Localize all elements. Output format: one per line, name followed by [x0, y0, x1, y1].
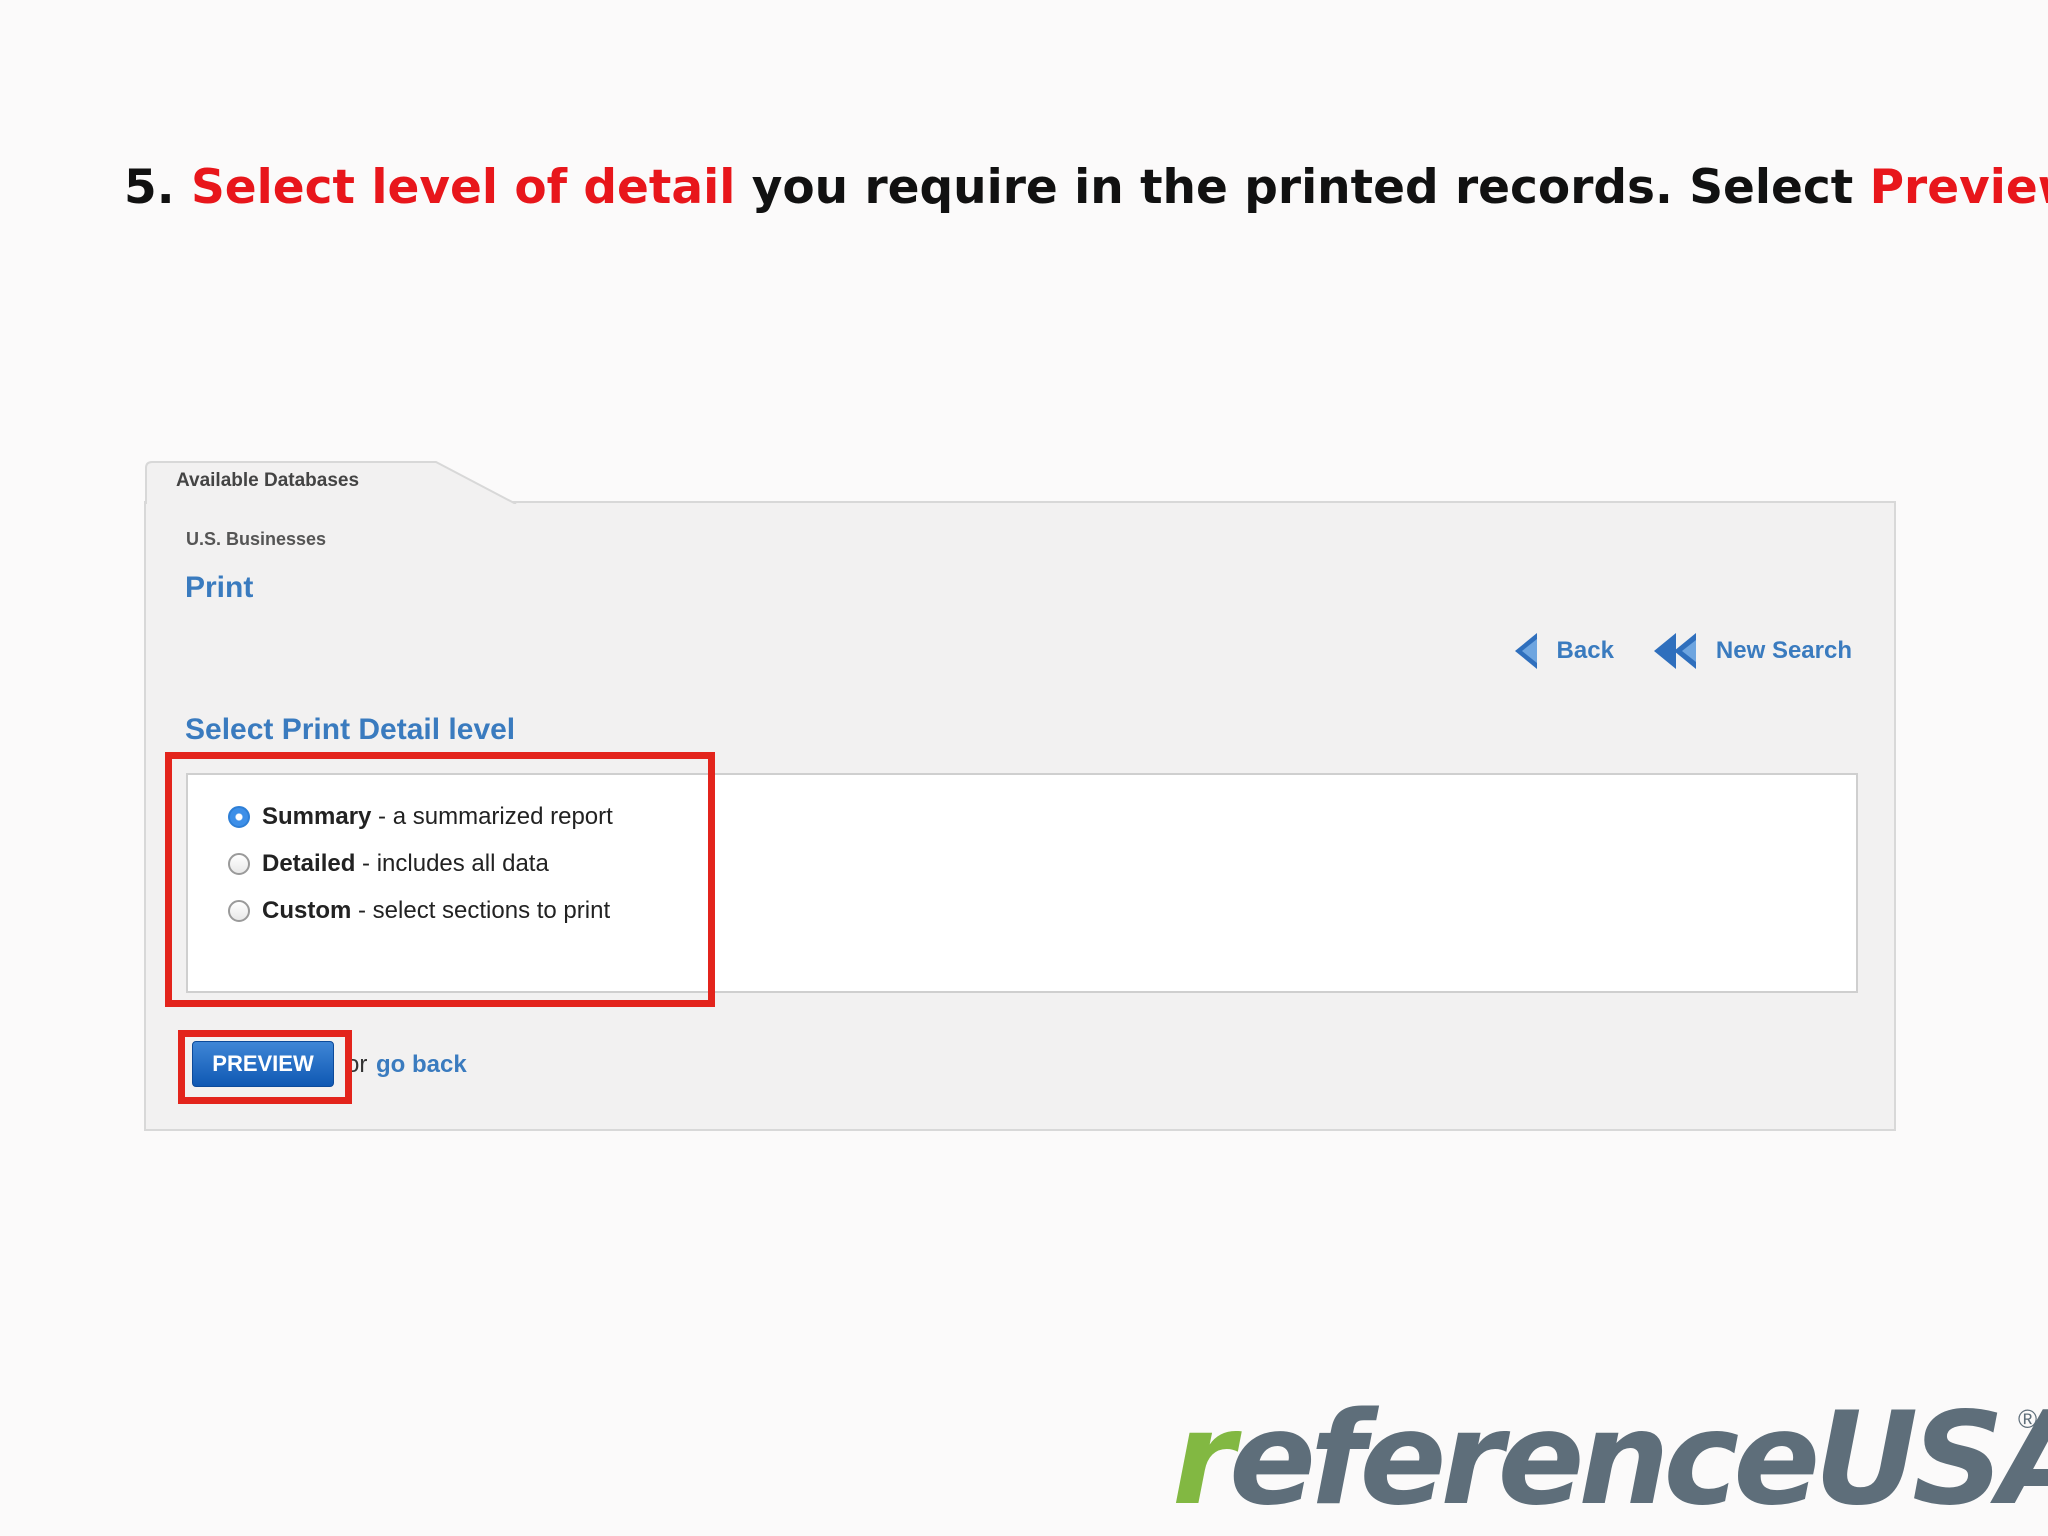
section-title: Select Print Detail level: [185, 713, 516, 746]
option-custom[interactable]: Custom - select sections to print: [228, 897, 610, 925]
database-name: U.S. Businesses: [186, 529, 327, 549]
summary-radio[interactable]: [228, 806, 250, 828]
option-custom-description: - select sections to print: [351, 897, 611, 924]
title-highlight-preview: Preview: [1869, 160, 2048, 215]
back-link[interactable]: Back: [1513, 631, 1614, 671]
logo-rest: eferenceUSA: [1229, 1385, 2048, 1534]
new-search-link[interactable]: New Search: [1652, 631, 1852, 671]
registered-mark: ®: [2018, 1404, 2038, 1434]
option-summary[interactable]: Summary - a summarized report: [228, 803, 613, 831]
option-detailed-text: Detailed - includes all data: [262, 850, 549, 878]
or-text: or: [346, 1051, 368, 1078]
logo-first-letter: r: [1172, 1385, 1235, 1534]
back-arrow-icon: [1514, 633, 1537, 669]
option-summary-name: Summary: [262, 803, 372, 830]
referenceusa-logo: referenceUSA: [1172, 1396, 2048, 1524]
new-search-label: New Search: [1715, 637, 1852, 664]
detailed-radio[interactable]: [228, 853, 250, 875]
available-databases-tab[interactable]: Available Databases: [144, 460, 518, 504]
option-detailed-description: - includes all data: [355, 850, 549, 877]
detail-level-options: Summary - a summarized report Detailed -…: [186, 773, 1858, 993]
title-middle-text: you require in the printed records. Sele…: [735, 160, 1870, 215]
step-number: 5.: [124, 160, 175, 215]
custom-radio[interactable]: [228, 900, 250, 922]
preview-button[interactable]: PREVIEW: [192, 1041, 334, 1087]
option-summary-description: - a summarized report: [371, 803, 613, 830]
tab-label: Available Databases: [176, 470, 360, 491]
print-panel: U.S. Businesses Print Back New Search Se…: [144, 501, 1896, 1131]
option-custom-text: Custom - select sections to print: [262, 897, 610, 925]
go-back-link[interactable]: go back: [376, 1051, 467, 1079]
nav-links: Back New Search: [1489, 631, 1852, 671]
option-detailed[interactable]: Detailed - includes all data: [228, 850, 549, 878]
back-label: Back: [1556, 637, 1614, 664]
option-detailed-name: Detailed: [262, 850, 356, 877]
option-summary-text: Summary - a summarized report: [262, 803, 613, 831]
title-highlight-detail: Select level of detail: [190, 160, 736, 215]
page-title: Print: [185, 571, 254, 604]
slide-title: 5. Select level of detail you require in…: [124, 160, 2048, 215]
double-back-arrow-icon: [1653, 633, 1696, 669]
option-custom-name: Custom: [262, 897, 352, 924]
